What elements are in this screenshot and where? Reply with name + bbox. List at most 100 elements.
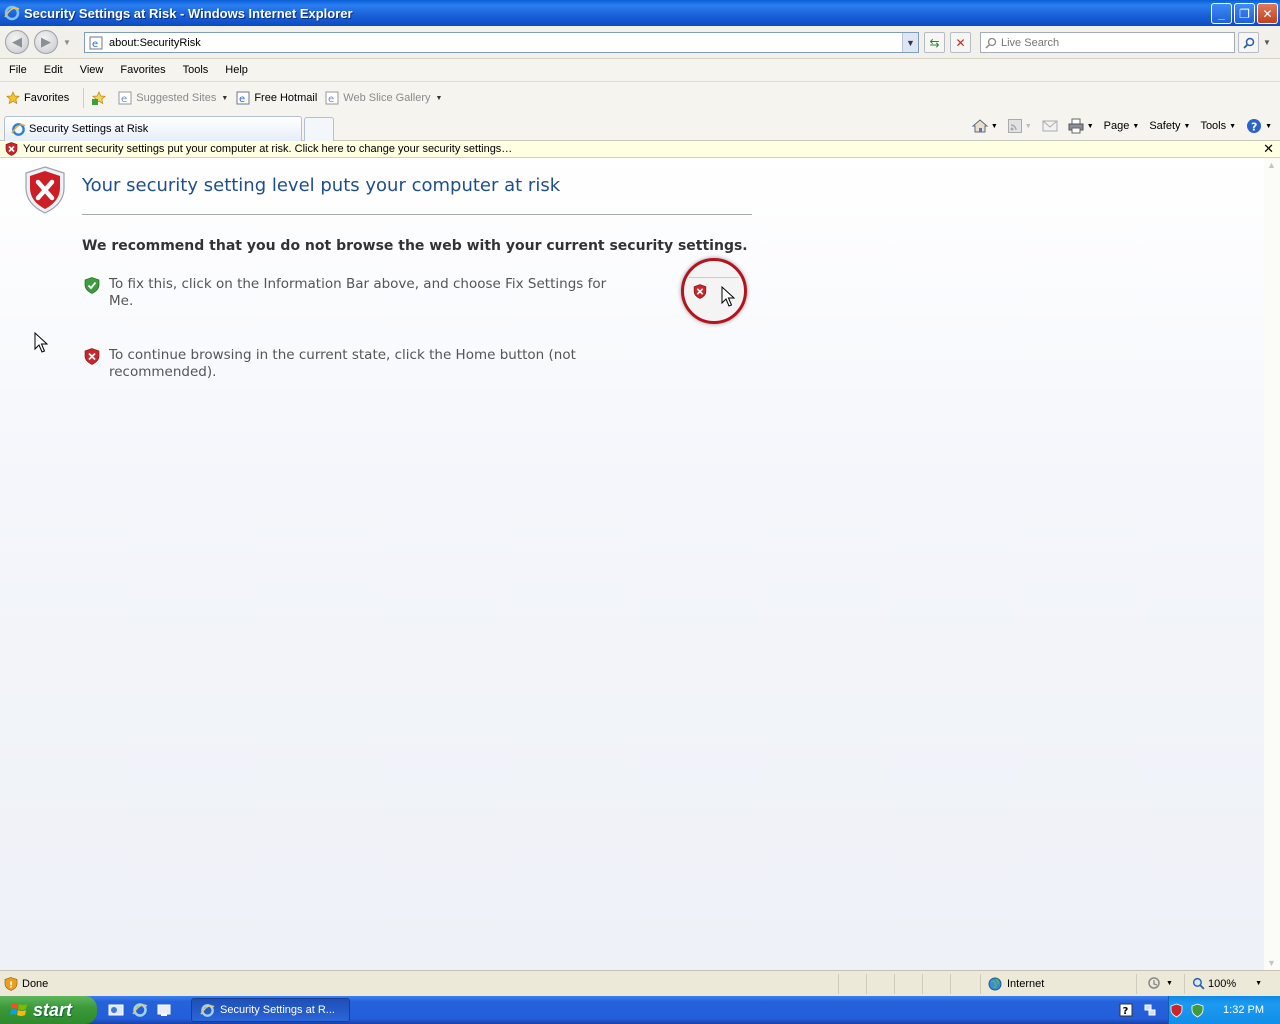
favorite-free-hotmail[interactable]: e Free Hotmail bbox=[236, 91, 317, 105]
menu-view[interactable]: View bbox=[71, 64, 112, 76]
favorites-button[interactable]: Favorites bbox=[6, 91, 69, 105]
minimize-button[interactable]: _ bbox=[1211, 3, 1232, 24]
back-button[interactable]: ◀ bbox=[5, 30, 29, 54]
title-bar[interactable]: Security Settings at Risk - Windows Inte… bbox=[0, 0, 1280, 26]
status-text: Done bbox=[22, 978, 49, 990]
help-icon: ? bbox=[1247, 119, 1262, 134]
outlook-express-icon[interactable] bbox=[108, 1002, 124, 1018]
search-field[interactable] bbox=[980, 32, 1235, 53]
zone-label: Internet bbox=[1007, 978, 1045, 990]
shield-tray-icon[interactable] bbox=[1190, 1003, 1205, 1018]
new-tab-button[interactable] bbox=[304, 117, 334, 141]
system-tray: 1:32 PM bbox=[1168, 996, 1280, 1024]
safety-menu-button[interactable]: Safety ▼ bbox=[1149, 120, 1190, 132]
divider bbox=[922, 974, 923, 994]
favorites-label: Favorites bbox=[24, 92, 70, 104]
chevron-down-icon: ▼ bbox=[435, 94, 443, 102]
divider bbox=[866, 974, 867, 994]
tools-menu-button[interactable]: Tools ▼ bbox=[1200, 120, 1236, 132]
address-dropdown-button[interactable]: ▼ bbox=[902, 33, 918, 52]
show-desktop-icon[interactable] bbox=[156, 1002, 172, 1018]
favorite-suggested-sites[interactable]: e Suggested Sites ▼ bbox=[118, 91, 228, 105]
mail-icon bbox=[1042, 120, 1058, 132]
home-icon bbox=[971, 119, 988, 133]
tab-security-settings[interactable]: Security Settings at Risk bbox=[4, 116, 302, 141]
help-button[interactable]: ? ▼ bbox=[1246, 118, 1272, 134]
menu-bar: File Edit View Favorites Tools Help bbox=[0, 59, 1280, 82]
vertical-scrollbar[interactable]: ▲ ▼ bbox=[1264, 158, 1280, 970]
close-button[interactable]: ✕ bbox=[1257, 3, 1278, 24]
page-menu-button[interactable]: Page ▼ bbox=[1104, 120, 1140, 132]
search-go-button[interactable] bbox=[1238, 32, 1259, 53]
taskbar-item-ie-window[interactable]: Security Settings at R... bbox=[191, 998, 350, 1022]
read-mail-button[interactable] bbox=[1042, 119, 1058, 133]
divider bbox=[894, 974, 895, 994]
chevron-down-icon: ▼ bbox=[1265, 122, 1272, 130]
svg-text:?: ? bbox=[1123, 1006, 1129, 1017]
tab-title: Security Settings at Risk bbox=[29, 123, 149, 135]
search-options-dropdown[interactable]: ▼ bbox=[1263, 38, 1271, 47]
address-url[interactable]: about:SecurityRisk bbox=[109, 37, 201, 49]
magnifier-icon bbox=[1242, 37, 1254, 49]
protected-mode-button[interactable]: ▼ bbox=[1146, 976, 1173, 991]
divider bbox=[82, 214, 752, 215]
chevron-down-icon: ▼ bbox=[990, 122, 998, 130]
forward-button[interactable]: ▶ bbox=[34, 30, 58, 54]
restore-button[interactable]: ❐ bbox=[1234, 3, 1255, 24]
protected-mode-icon bbox=[1148, 977, 1160, 989]
security-center-tray-icon[interactable] bbox=[1169, 1003, 1184, 1018]
star-icon bbox=[6, 91, 20, 105]
favorite-web-slice-gallery[interactable]: e Web Slice Gallery ▼ bbox=[325, 91, 442, 105]
start-label: start bbox=[33, 999, 73, 1020]
menu-help[interactable]: Help bbox=[216, 64, 256, 76]
status-text-area: ! Done bbox=[4, 977, 48, 991]
zoom-level: 100% bbox=[1208, 977, 1237, 990]
divider bbox=[1136, 974, 1137, 994]
chevron-down-icon: ▼ bbox=[1024, 122, 1032, 130]
taskbar-item-label: Security Settings at R... bbox=[220, 1004, 335, 1016]
scroll-up-arrow-icon[interactable]: ▲ bbox=[1267, 160, 1276, 170]
safety-menu-label: Safety bbox=[1149, 120, 1181, 132]
stop-button[interactable]: ✕ bbox=[950, 32, 971, 53]
click-highlight-circle bbox=[681, 258, 747, 324]
menu-file[interactable]: File bbox=[0, 64, 35, 76]
taskbar: start Security Settings at R... ? 1:32 P… bbox=[0, 996, 1280, 1024]
tab-row: Security Settings at Risk ▼ ▼ ▼ Page ▼ S… bbox=[0, 114, 1280, 141]
help-tray-icon[interactable]: ? bbox=[1118, 1002, 1134, 1018]
zoom-control[interactable]: 100% ▼ bbox=[1192, 977, 1262, 990]
clock[interactable]: 1:32 PM bbox=[1223, 1004, 1264, 1016]
menu-edit[interactable]: Edit bbox=[35, 64, 71, 76]
scroll-down-arrow-icon[interactable]: ▼ bbox=[1267, 958, 1276, 968]
close-information-bar-icon[interactable]: ✕ bbox=[1263, 141, 1274, 157]
add-to-favorites-bar-button[interactable] bbox=[92, 91, 110, 105]
search-input[interactable] bbox=[1001, 36, 1221, 49]
status-bar: ! Done Internet ▼ 100% ▼ bbox=[0, 970, 1280, 996]
red-shield-x-icon bbox=[84, 348, 100, 365]
information-bar[interactable]: Your current security settings put your … bbox=[0, 141, 1280, 158]
favorite-label: Web Slice Gallery bbox=[343, 92, 431, 104]
svg-text:?: ? bbox=[1251, 121, 1257, 134]
menu-tools[interactable]: Tools bbox=[174, 64, 217, 76]
chevron-down-icon: ▼ bbox=[1086, 122, 1094, 130]
chevron-down-icon: ▼ bbox=[1229, 122, 1237, 130]
print-button[interactable]: ▼ bbox=[1068, 118, 1094, 134]
divider bbox=[950, 974, 951, 994]
start-button[interactable]: start bbox=[0, 996, 97, 1024]
favorite-label: Free Hotmail bbox=[254, 92, 318, 104]
chevron-down-icon: ▼ bbox=[1132, 122, 1140, 130]
green-shield-check-icon bbox=[84, 277, 100, 294]
divider bbox=[83, 88, 85, 108]
internet-explorer-icon[interactable] bbox=[132, 1002, 148, 1018]
home-button[interactable]: ▼ bbox=[971, 118, 998, 134]
bullet-text: To fix this, click on the Information Ba… bbox=[109, 276, 607, 309]
security-zone[interactable]: Internet bbox=[988, 977, 1044, 991]
refresh-button[interactable]: ⇆ bbox=[924, 32, 945, 53]
magnified-information-bar bbox=[689, 277, 739, 307]
printer-icon bbox=[1068, 118, 1084, 134]
address-field[interactable]: e about:SecurityRisk ▼ bbox=[84, 32, 919, 53]
feeds-button[interactable]: ▼ bbox=[1007, 119, 1032, 133]
security-risk-shield-icon bbox=[25, 166, 65, 214]
recent-pages-dropdown[interactable]: ▼ bbox=[63, 38, 71, 47]
network-tray-icon[interactable] bbox=[1142, 1002, 1158, 1018]
menu-favorites[interactable]: Favorites bbox=[111, 64, 173, 76]
